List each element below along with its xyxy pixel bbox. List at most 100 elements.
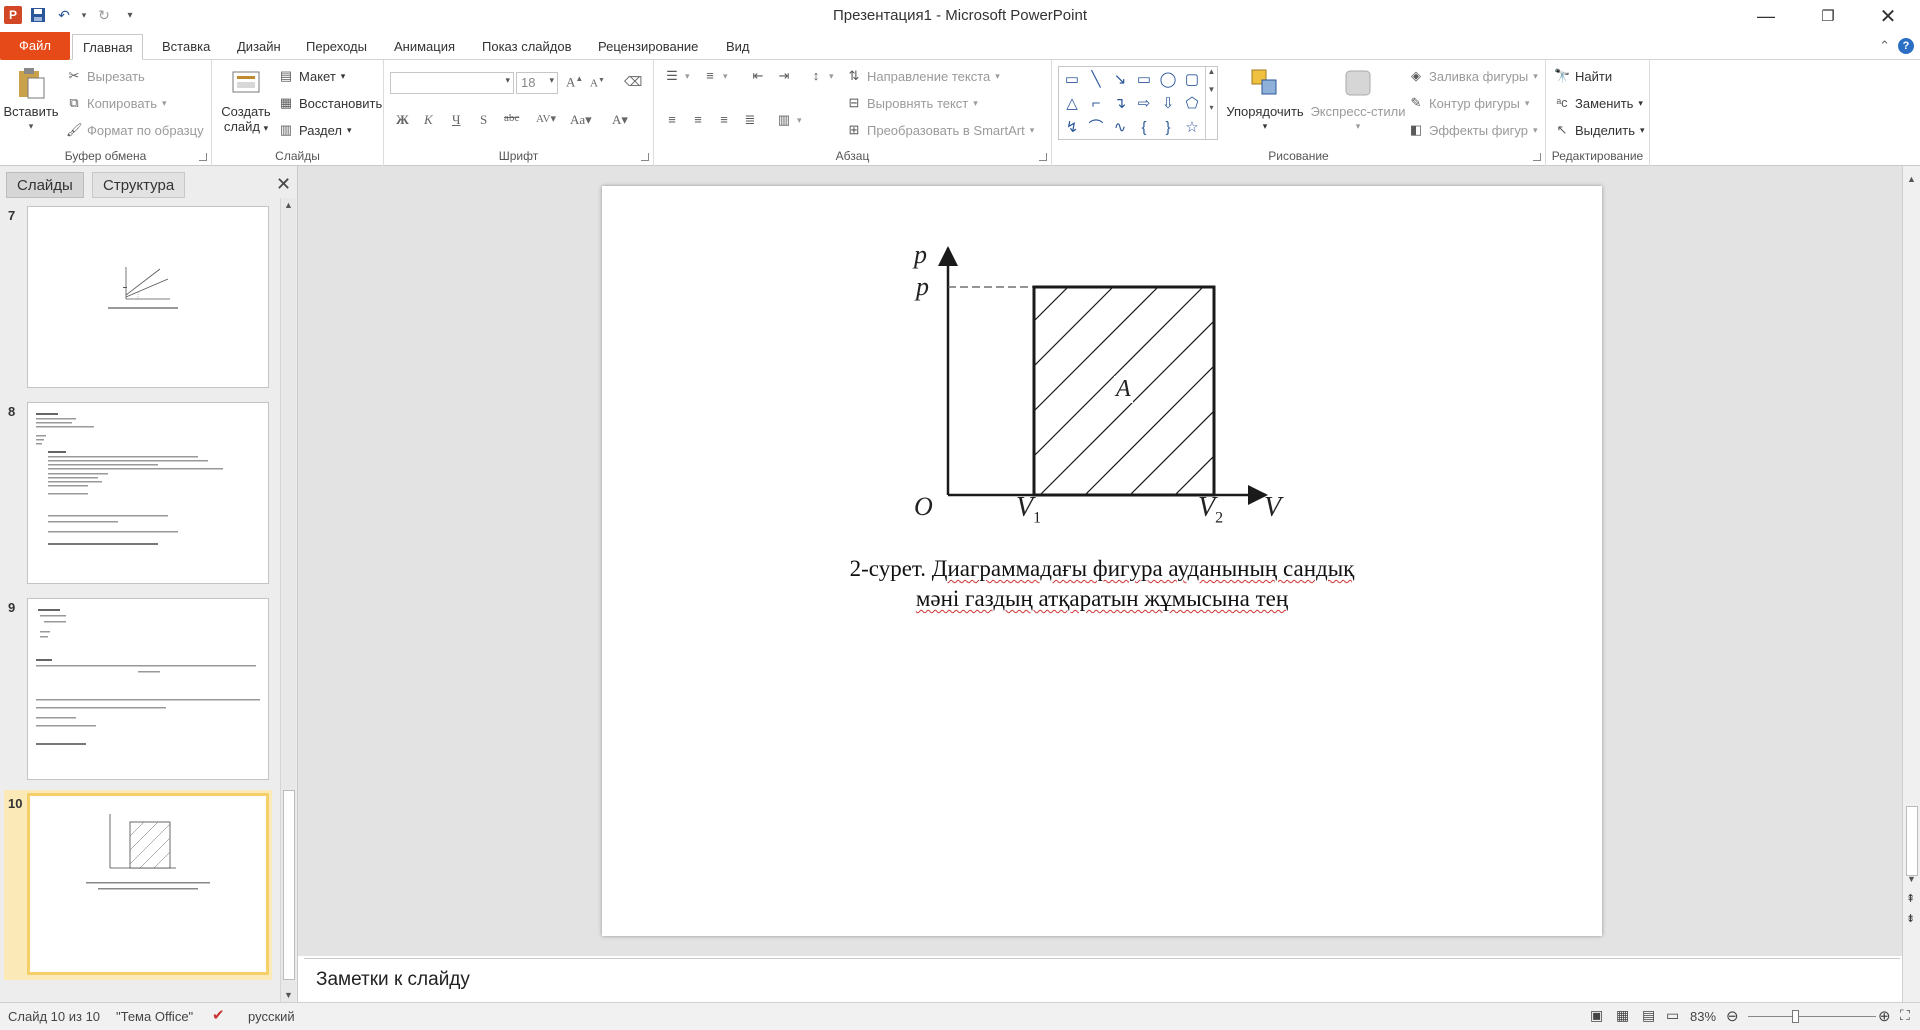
numbering-icon[interactable]: ≡ ▾ xyxy=(702,68,727,84)
italic-icon[interactable]: К xyxy=(424,112,433,128)
drawing-launcher-icon[interactable] xyxy=(1533,153,1541,161)
copy-button[interactable]: ⧉ Копировать ▾ xyxy=(66,95,166,111)
theme-name[interactable]: "Тема Office" xyxy=(116,1009,193,1024)
section-button[interactable]: ▥ Раздел ▾ xyxy=(278,122,352,138)
arc-shape-icon[interactable]: ⌒ xyxy=(1085,117,1107,139)
slide-thumbnail-8[interactable] xyxy=(27,402,269,584)
right-arrow-shape-icon[interactable]: ⇨ xyxy=(1133,93,1155,115)
font-color-icon[interactable]: A▾ xyxy=(612,112,628,128)
tab-file[interactable]: Файл xyxy=(0,32,70,60)
shape-outline-button[interactable]: ✎ Контур фигуры ▾ xyxy=(1408,95,1530,111)
cut-button[interactable]: ✂ Вырезать xyxy=(66,68,145,84)
curve-shape-icon[interactable]: ∿ xyxy=(1109,117,1131,139)
select-button[interactable]: ↖ Выделить ▾ xyxy=(1554,122,1645,138)
tab-insert[interactable]: Вставка xyxy=(152,34,220,60)
shapes-gallery[interactable]: ▭ ╲ ↘ ▭ ◯ ▢ △ ⌐ ↴ ⇨ ⇩ ⬠ ↯ ⌒ ∿ { } ☆ ▲ ▼ ▾ xyxy=(1058,66,1218,140)
spellcheck-icon[interactable]: ✔ xyxy=(212,1006,225,1024)
oval-shape-icon[interactable]: ◯ xyxy=(1157,69,1179,91)
tab-design[interactable]: Дизайн xyxy=(227,34,291,60)
change-case-icon[interactable]: Aa▾ xyxy=(570,112,592,128)
arrow-line-shape-icon[interactable]: ↘ xyxy=(1109,69,1131,91)
tab-home[interactable]: Главная xyxy=(72,34,144,60)
minimize-button[interactable]: — xyxy=(1738,0,1794,32)
tab-outline[interactable]: Структура xyxy=(92,172,186,198)
zoom-out-icon[interactable]: ⊖ xyxy=(1726,1007,1739,1025)
language-indicator[interactable]: русский xyxy=(248,1009,295,1024)
notes-placeholder[interactable]: Заметки к слайду xyxy=(316,969,470,991)
font-launcher-icon[interactable] xyxy=(641,153,649,161)
clipboard-launcher-icon[interactable] xyxy=(199,153,207,161)
columns-icon[interactable]: ▥ ▾ xyxy=(776,112,802,128)
grow-font-icon[interactable]: A▲ xyxy=(566,74,583,90)
paragraph-launcher-icon[interactable] xyxy=(1039,153,1047,161)
star-shape-icon[interactable]: ☆ xyxy=(1181,117,1203,139)
line-shape-icon[interactable]: ╲ xyxy=(1085,69,1107,91)
textbox-shape-icon[interactable]: ▭ xyxy=(1061,69,1083,91)
close-window-button[interactable]: ✕ xyxy=(1860,0,1916,32)
paste-button[interactable]: Вставить ▾ xyxy=(3,66,59,134)
rounded-rect-shape-icon[interactable]: ▢ xyxy=(1181,69,1203,91)
slide-thumbnail-7[interactable] xyxy=(27,206,269,388)
left-brace-shape-icon[interactable]: { xyxy=(1133,117,1155,139)
bullets-icon[interactable]: ☰ ▾ xyxy=(664,68,689,84)
tab-transitions[interactable]: Переходы xyxy=(296,34,377,60)
fit-to-window-icon[interactable]: ⛶ xyxy=(1900,1007,1910,1024)
font-name-input[interactable]: ▾ xyxy=(390,72,514,94)
underline-icon[interactable]: Ч xyxy=(452,112,460,128)
clear-format-icon[interactable]: ⌫ xyxy=(624,74,642,90)
rectangle-shape-icon[interactable]: ▭ xyxy=(1133,69,1155,91)
align-center-icon[interactable]: ≡ xyxy=(690,112,706,128)
elbow-connector-icon[interactable]: ⌐ xyxy=(1085,93,1107,115)
triangle-shape-icon[interactable]: △ xyxy=(1061,93,1083,115)
slide-thumbnail-10[interactable] xyxy=(27,793,269,975)
arrange-button[interactable]: Упорядочить ▾ xyxy=(1222,66,1308,134)
down-arrow-shape-icon[interactable]: ⇩ xyxy=(1157,93,1179,115)
quick-styles-button[interactable]: Экспресс-стили ▾ xyxy=(1310,66,1406,134)
zoom-slider[interactable] xyxy=(1748,1016,1876,1017)
help-icon[interactable]: ? xyxy=(1898,38,1914,54)
tab-slideshow[interactable]: Показ слайдов xyxy=(472,34,582,60)
previous-slide-icon[interactable]: ⇞ xyxy=(1906,894,1915,905)
tab-view[interactable]: Вид xyxy=(716,34,760,60)
slides-pane-scroll-thumb[interactable] xyxy=(283,790,295,980)
format-painter-button[interactable]: 🖌 Формат по образцу xyxy=(66,122,204,138)
layout-button[interactable]: ▤ Макет ▾ xyxy=(278,68,345,84)
curved-arrow-icon[interactable]: ↯ xyxy=(1061,117,1083,139)
shape-fill-button[interactable]: ◈ Заливка фигуры ▾ xyxy=(1408,68,1538,84)
font-size-input[interactable]: 18 ▾ xyxy=(516,72,558,94)
zoom-slider-handle[interactable] xyxy=(1792,1010,1799,1023)
shrink-font-icon[interactable]: A▼ xyxy=(590,76,605,90)
pentagon-shape-icon[interactable]: ⬠ xyxy=(1181,93,1203,115)
figure-caption[interactable]: 2-сурет. Диаграммадағы фигура ауданының … xyxy=(602,554,1602,614)
tab-animation[interactable]: Анимация xyxy=(384,34,465,60)
shadow-icon[interactable]: S xyxy=(480,112,487,128)
replace-button[interactable]: ᵃc Заменить ▾ xyxy=(1554,95,1643,111)
reset-button[interactable]: ▦ Восстановить xyxy=(278,95,382,111)
increase-indent-icon[interactable]: ⇥ xyxy=(776,68,792,84)
slide-scroll-thumb[interactable] xyxy=(1906,806,1918,876)
align-left-icon[interactable]: ≡ xyxy=(664,112,680,128)
minimize-ribbon-icon[interactable]: ⌃ xyxy=(1879,38,1890,54)
bold-icon[interactable]: Ж xyxy=(396,112,409,128)
char-spacing-icon[interactable]: AV▾ xyxy=(536,112,556,125)
slide-canvas[interactable]: p p O V1 V2 V A 2-сурет. Диаграммадағы ф… xyxy=(602,186,1602,936)
normal-view-icon[interactable]: ▣ xyxy=(1590,1007,1603,1024)
reading-view-icon[interactable]: ▤ xyxy=(1642,1007,1655,1024)
close-pane-icon[interactable]: ✕ xyxy=(276,174,291,195)
zoom-level[interactable]: 83% xyxy=(1690,1009,1716,1024)
line-spacing-icon[interactable]: ↕ ▾ xyxy=(808,68,834,84)
justify-icon[interactable]: ≣ xyxy=(742,112,758,128)
strikethrough-icon[interactable]: abc xyxy=(504,112,519,124)
new-slide-button[interactable]: Создать слайд ▾ xyxy=(218,66,274,136)
slide-sorter-view-icon[interactable]: ▦ xyxy=(1616,1007,1629,1024)
next-slide-icon[interactable]: ⇟ xyxy=(1906,914,1915,925)
notes-pane[interactable]: Заметки к слайду xyxy=(304,958,1900,1002)
gallery-scroll[interactable]: ▲ ▼ ▾ xyxy=(1205,67,1217,139)
align-right-icon[interactable]: ≡ xyxy=(716,112,732,128)
decrease-indent-icon[interactable]: ⇤ xyxy=(750,68,766,84)
shape-effects-button[interactable]: ◧ Эффекты фигур ▾ xyxy=(1408,122,1538,138)
right-brace-shape-icon[interactable]: } xyxy=(1157,117,1179,139)
tab-review[interactable]: Рецензирование xyxy=(588,34,708,60)
text-direction-button[interactable]: ⇅ Направление текста ▾ xyxy=(846,68,1000,84)
tab-slides[interactable]: Слайды xyxy=(6,172,84,198)
